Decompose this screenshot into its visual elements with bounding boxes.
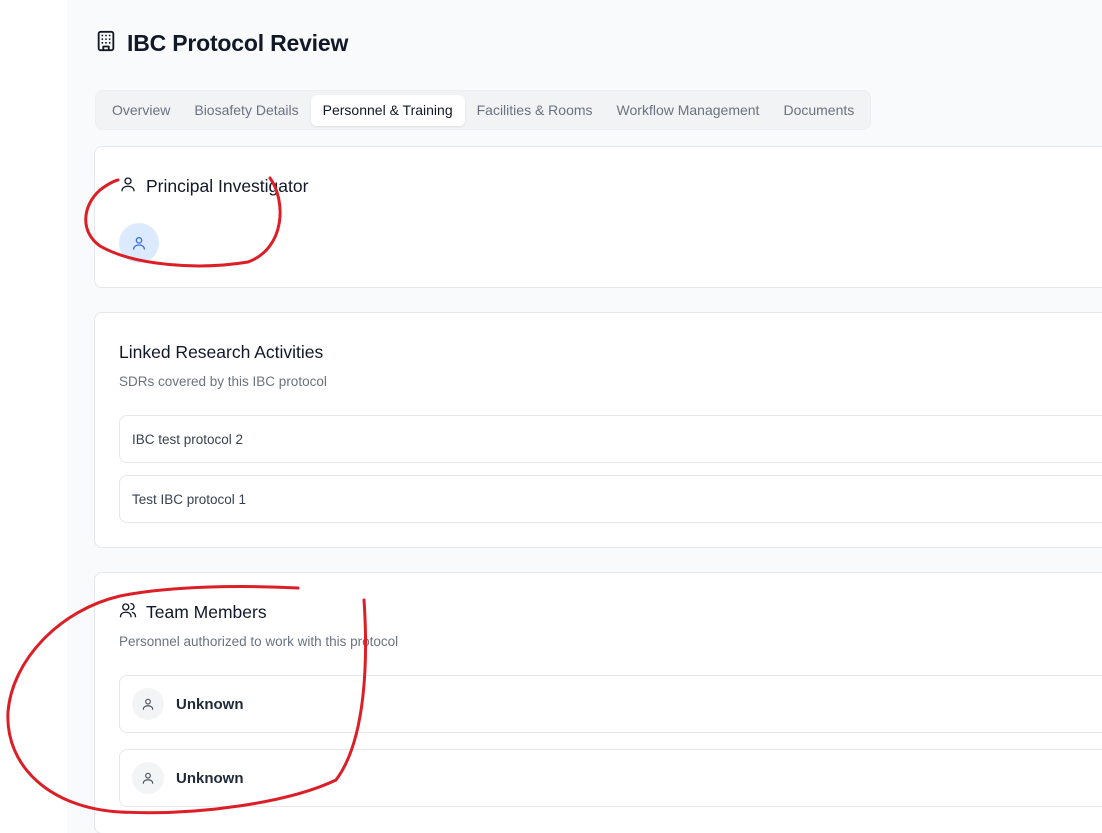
linked-research-header: Linked Research Activities	[119, 342, 323, 363]
user-icon	[119, 175, 137, 198]
tab-facilities-rooms[interactable]: Facilities & Rooms	[465, 95, 605, 126]
tab-workflow-management[interactable]: Workflow Management	[605, 95, 772, 126]
page-header: IBC Protocol Review	[95, 30, 348, 57]
users-icon	[119, 601, 137, 624]
team-members-subtitle: Personnel authorized to work with this p…	[119, 634, 399, 649]
team-members-card: Team Members Personnel authorized to wor…	[94, 572, 1102, 833]
team-members-title: Team Members	[146, 602, 267, 622]
list-item[interactable]: IBC test protocol 2	[119, 415, 1102, 463]
user-icon	[133, 237, 145, 250]
page-title: IBC Protocol Review	[127, 30, 349, 56]
building-icon	[95, 30, 117, 57]
avatar	[132, 688, 164, 720]
user-icon	[142, 698, 154, 710]
team-member-name: Unknown	[176, 695, 244, 713]
tab-personnel-training[interactable]: Personnel & Training	[310, 94, 465, 126]
principal-investigator-title: Principal Investigator	[146, 176, 309, 196]
tab-bar: Overview Biosafety Details Personnel & T…	[95, 90, 872, 130]
user-icon	[142, 772, 154, 784]
team-member-name: Unknown	[176, 769, 244, 787]
tab-documents[interactable]: Documents	[771, 95, 866, 126]
team-members-header: Team Members	[119, 601, 267, 624]
left-gutter	[0, 0, 67, 833]
main-content: IBC Protocol Review Overview Biosafety D…	[67, 0, 1102, 833]
team-member-row[interactable]: Unknown	[119, 675, 1102, 733]
principal-investigator-card: Principal Investigator	[94, 146, 1102, 288]
linked-research-title: Linked Research Activities	[119, 342, 324, 362]
tab-biosafety-details[interactable]: Biosafety Details	[182, 95, 310, 126]
list-item[interactable]: Test IBC protocol 1	[119, 475, 1102, 523]
linked-research-card: Linked Research Activities SDRs covered …	[94, 312, 1102, 548]
avatar	[132, 762, 164, 794]
avatar[interactable]	[119, 223, 159, 263]
app-window: IBC Protocol Review Overview Biosafety D…	[0, 0, 1102, 833]
linked-research-subtitle: SDRs covered by this IBC protocol	[119, 374, 327, 389]
team-member-row[interactable]: Unknown	[119, 749, 1102, 807]
principal-investigator-header: Principal Investigator	[119, 175, 308, 198]
tab-overview[interactable]: Overview	[100, 95, 182, 126]
